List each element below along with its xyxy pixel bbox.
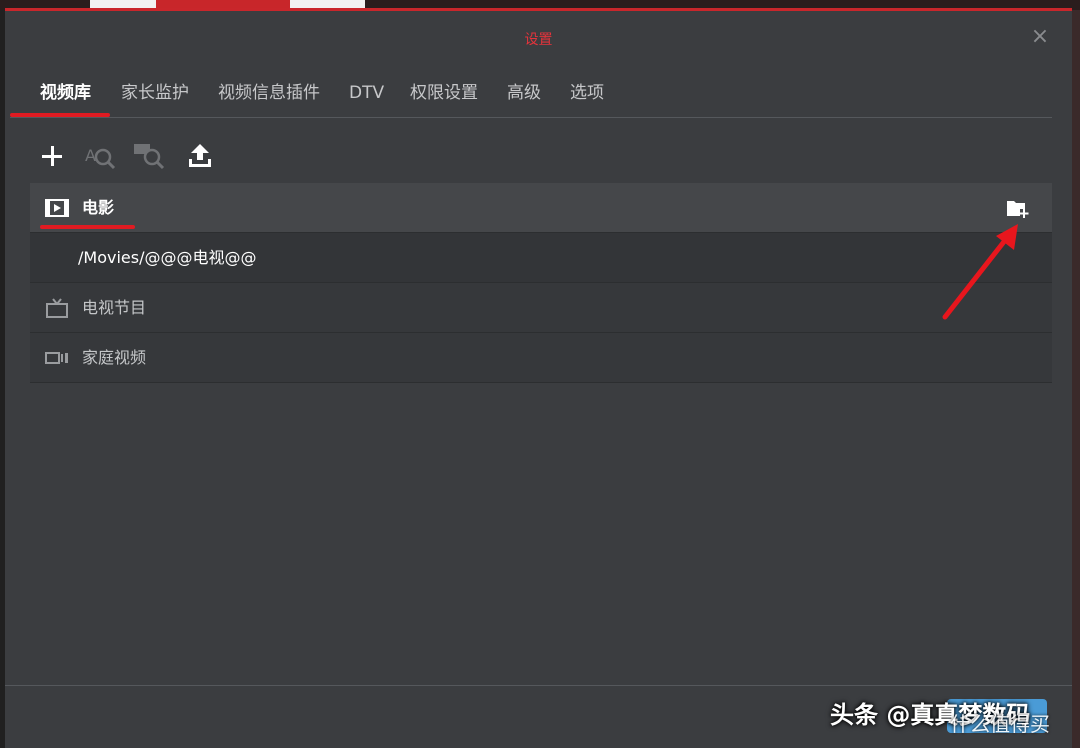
tab-video-library[interactable]: 视频库 [40, 79, 91, 117]
refresh-metadata-button[interactable] [131, 141, 165, 171]
add-library-button[interactable] [37, 141, 67, 171]
plus-icon [42, 146, 62, 166]
tab-permissions[interactable]: 权限设置 [410, 79, 478, 117]
background-thumbnail [156, 0, 290, 8]
add-folder-button[interactable] [1006, 198, 1030, 220]
folder-add-icon [1007, 201, 1029, 218]
tab-highlight-underline [10, 113, 110, 117]
library-path: /Movies/@@@电视@@ [78, 248, 257, 267]
scan-icon: A [85, 146, 116, 170]
tab-options[interactable]: 选项 [570, 79, 604, 117]
tab-divider [10, 117, 1052, 118]
tv-icon [45, 298, 69, 318]
watermark-secondary: 什么值得买 [950, 712, 1050, 736]
background-thumbnail [90, 0, 156, 8]
tab-metadata-plugins[interactable]: 视频信息插件 [218, 79, 320, 117]
dialog-title: 设置 [524, 32, 553, 48]
red-arrow-annotation [942, 224, 1018, 320]
tab-bar: 视频库 家长监护 视频信息插件 DTV 权限设置 高级 选项 [10, 79, 1052, 119]
settings-dialog: 设置 × 视频库 家长监护 视频信息插件 DTV 权限设置 高级 选项 A 电影… [5, 8, 1072, 748]
footer-divider [5, 685, 1072, 686]
library-list: 电影 /Movies/@@@电视@@ 电视节目 家庭视频 [30, 183, 1052, 383]
library-path-row[interactable]: /Movies/@@@电视@@ [30, 233, 1052, 283]
close-button[interactable]: × [1030, 26, 1050, 48]
video-camera-icon [45, 348, 69, 368]
tab-dtv[interactable]: DTV [349, 79, 384, 117]
film-icon [45, 198, 69, 218]
library-toolbar: A [33, 141, 233, 171]
upload-icon [189, 144, 211, 167]
tab-advanced[interactable]: 高级 [507, 79, 541, 117]
scan-library-button[interactable]: A [83, 141, 116, 171]
library-row-tv-shows[interactable]: 电视节目 [30, 283, 1052, 333]
upload-button[interactable] [185, 141, 215, 171]
library-row-home-videos[interactable]: 家庭视频 [30, 333, 1052, 383]
svg-text:A: A [85, 146, 96, 165]
library-label: 电视节目 [82, 298, 147, 317]
library-row-movies[interactable]: 电影 [30, 183, 1052, 233]
tab-parental-control[interactable]: 家长监护 [121, 79, 189, 117]
rescan-icon [134, 144, 165, 170]
background-right-edge [1072, 10, 1080, 748]
library-label: 家庭视频 [82, 348, 147, 367]
background-thumbnail [290, 0, 365, 8]
library-highlight-underline [40, 225, 135, 229]
